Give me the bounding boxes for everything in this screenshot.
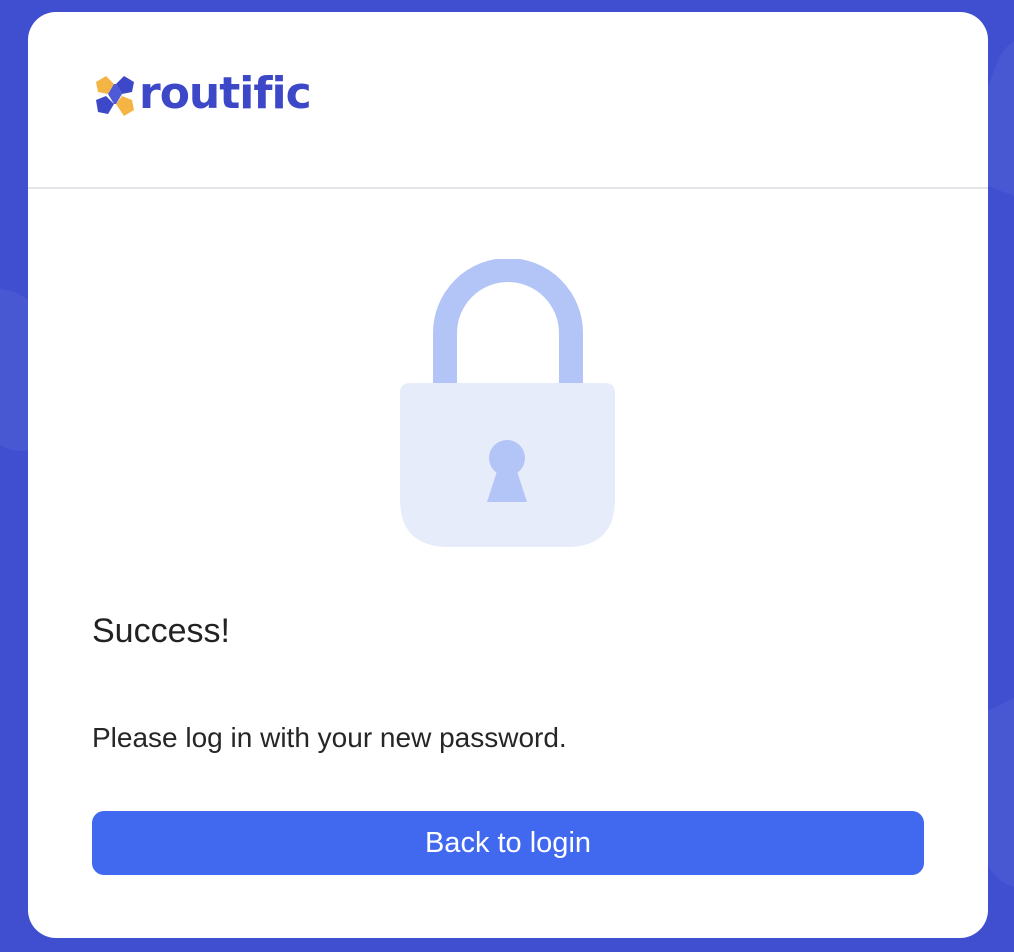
back-to-login-button[interactable]: Back to login	[92, 811, 924, 875]
routific-logo[interactable]: routific	[94, 68, 312, 119]
card-header: routific	[28, 12, 988, 189]
padlock-icon	[399, 258, 617, 547]
brand-name: routific	[139, 68, 312, 119]
reset-success-card: routific Success! Please log in with you…	[28, 12, 988, 938]
success-message: Please log in with your new password.	[92, 722, 567, 753]
page-title: Success!	[92, 612, 230, 650]
padlock-illustration	[400, 258, 615, 547]
routific-logo-mark-icon	[96, 76, 134, 116]
